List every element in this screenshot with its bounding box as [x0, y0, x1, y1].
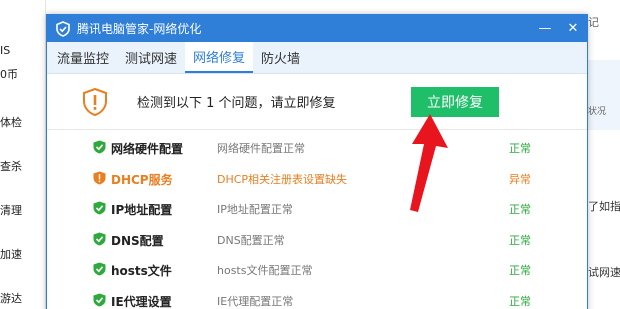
- check-shield-icon: [93, 201, 106, 215]
- bg-text-1: IS: [0, 44, 11, 57]
- bg-menu-speedup[interactable]: 加速: [0, 246, 22, 262]
- check-row: IP地址配置 IP地址配置正常 正常: [47, 193, 587, 223]
- check-detail: IP地址配置正常: [217, 203, 293, 216]
- background-app-left: IS 0币 体检 查杀 清理 加速 游达: [0, 0, 46, 309]
- bg-right-text-4: 试网速: [588, 266, 620, 279]
- check-name: 网络硬件配置: [111, 142, 184, 156]
- background-app-right: 记 状况 了如指 试网速: [588, 0, 620, 309]
- bg-right-text-2: 状况: [588, 107, 607, 117]
- check-row: DHCP服务 DHCP相关注册表设置缺失 异常: [47, 163, 587, 193]
- check-name: DNS配置: [111, 233, 164, 248]
- bg-menu-clean[interactable]: 清理: [0, 202, 22, 218]
- bg-menu-virus[interactable]: 查杀: [0, 158, 22, 174]
- bg-menu-checkup[interactable]: 体检: [0, 114, 22, 130]
- bg-menu-game[interactable]: 游达: [0, 290, 22, 306]
- check-detail: DHCP相关注册表设置缺失: [217, 172, 348, 186]
- warning-shield-icon: [83, 88, 107, 116]
- bg-text-2: 0币: [0, 68, 18, 81]
- check-status: 正常: [509, 142, 531, 155]
- check-row: DNS配置 DNS配置正常 正常: [47, 224, 587, 254]
- title-bar[interactable]: 腾讯电脑管家-网络优化 — ✕: [47, 15, 587, 42]
- check-shield-icon: [93, 232, 106, 245]
- tab-bar: 流量监控 测试网速 网络修复 防火墙: [47, 42, 587, 74]
- check-status: 正常: [509, 203, 531, 216]
- tab-speed-test[interactable]: 测试网速: [117, 42, 185, 73]
- tab-network-repair[interactable]: 网络修复: [185, 42, 254, 73]
- issue-message: 检测到以下 1 个问题，请立即修复: [137, 96, 336, 111]
- check-row: 网络硬件配置 网络硬件配置正常 正常: [47, 132, 587, 162]
- check-status: 正常: [509, 294, 531, 308]
- warning-shield-icon: [93, 171, 106, 184]
- check-status: 正常: [509, 233, 531, 247]
- bg-right-panel: [588, 60, 620, 130]
- close-button[interactable]: ✕: [559, 15, 587, 42]
- bg-right-text-3: 了如指: [588, 200, 620, 213]
- check-shield-icon: [93, 140, 106, 154]
- issue-banner: 检测到以下 1 个问题，请立即修复 立即修复: [47, 74, 587, 130]
- check-name: IE代理设置: [111, 294, 172, 309]
- network-optimization-window: 腾讯电脑管家-网络优化 — ✕ 流量监控 测试网速 网络修复 防火墙 检测到以下…: [46, 14, 588, 309]
- tab-firewall[interactable]: 防火墙: [253, 42, 308, 73]
- check-status: 异常: [509, 172, 531, 186]
- fix-now-button[interactable]: 立即修复: [411, 87, 499, 117]
- tencent-shield-logo-icon: [56, 20, 70, 37]
- check-detail: 网络硬件配置正常: [217, 142, 305, 155]
- check-detail: hosts文件配置正常: [217, 264, 313, 277]
- check-detail: DNS配置正常: [217, 233, 285, 247]
- check-row: IE代理设置 IE代理配置正常 正常: [47, 285, 587, 309]
- check-row: hosts文件 hosts文件配置正常 正常: [47, 254, 587, 284]
- window-title: 腾讯电脑管家-网络优化: [77, 22, 202, 36]
- check-name: IP地址配置: [111, 203, 173, 217]
- bg-right-text-1: 记: [588, 16, 599, 29]
- tab-traffic-monitor[interactable]: 流量监控: [49, 42, 117, 73]
- check-name: DHCP服务: [111, 172, 173, 187]
- red-arrow-annotation: [410, 114, 448, 212]
- check-shield-icon: [93, 293, 106, 306]
- check-detail: IE代理配置正常: [217, 294, 294, 308]
- check-status: 正常: [509, 264, 531, 277]
- minimize-button[interactable]: —: [531, 15, 559, 42]
- check-shield-icon: [93, 262, 106, 276]
- check-name: hosts文件: [111, 264, 172, 278]
